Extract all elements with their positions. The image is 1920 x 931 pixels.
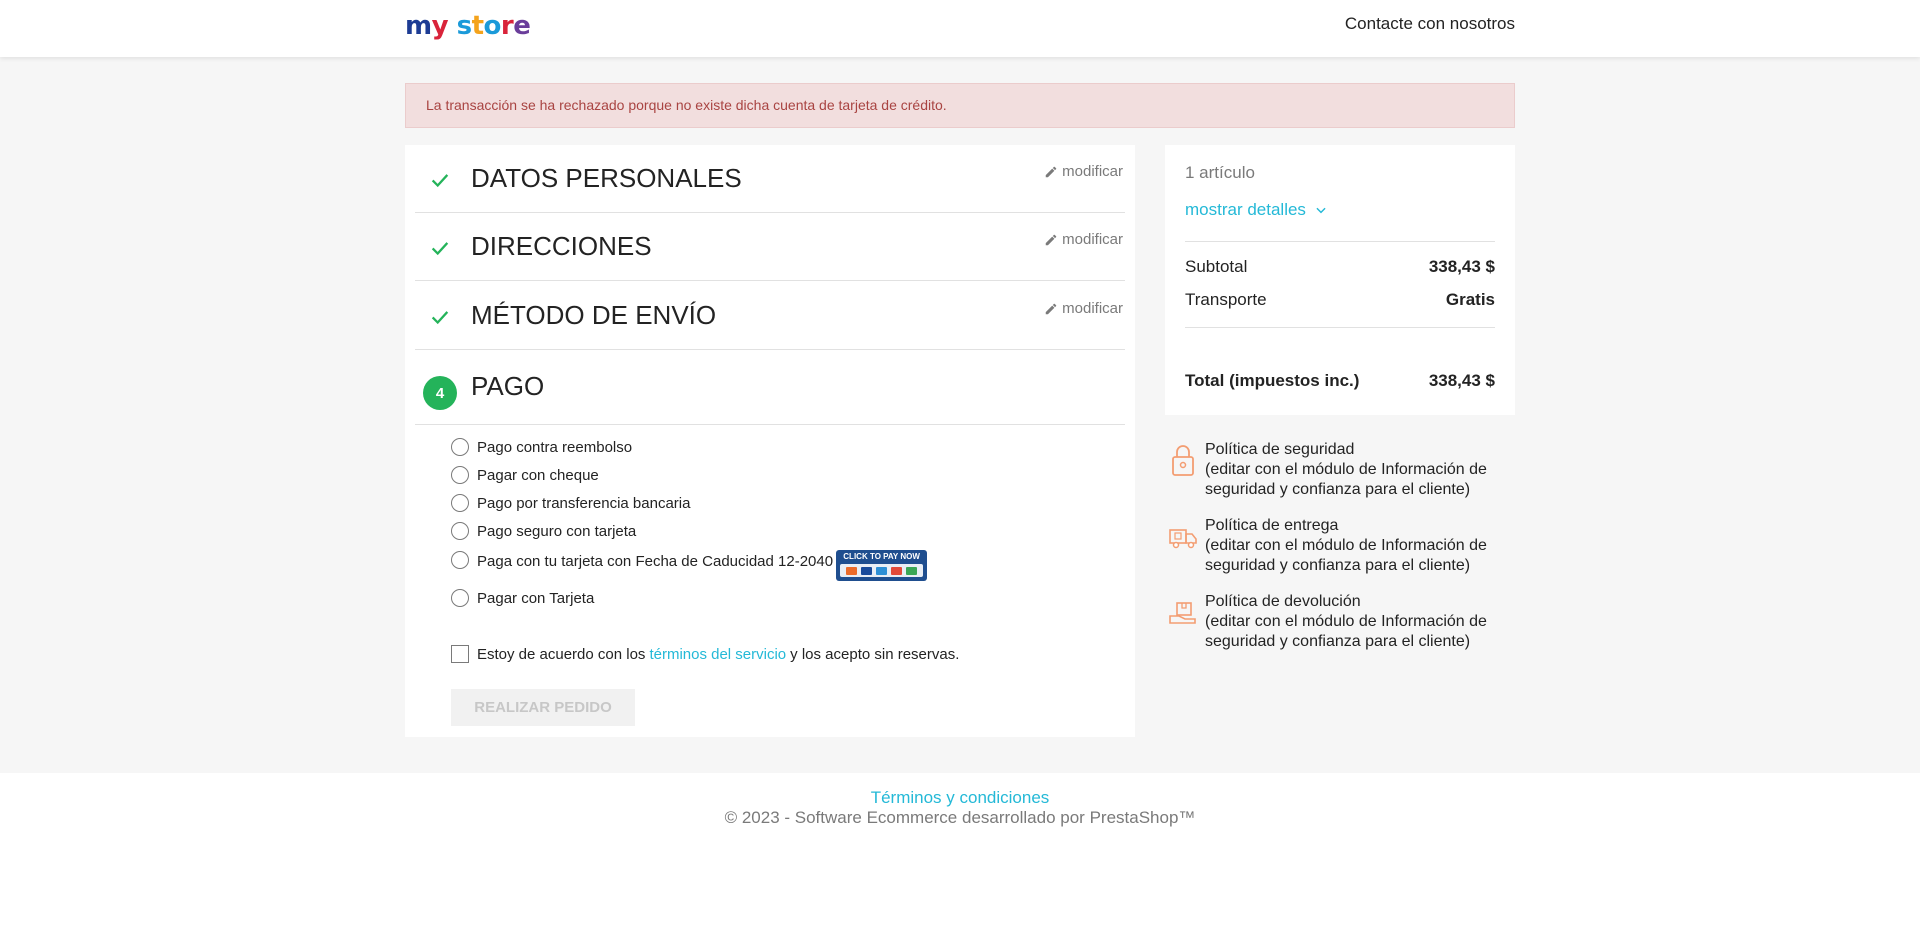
subtotal-value: 338,43 $	[1428, 257, 1495, 276]
reassurance-title: Política de seguridad	[1205, 441, 1355, 458]
reassurance-security: Política de seguridad (editar con el mód…	[1165, 440, 1515, 500]
show-details-toggle[interactable]: mostrar detalles	[1185, 200, 1328, 220]
show-details-label: mostrar detalles	[1185, 200, 1306, 219]
card-logos-icon	[840, 564, 924, 577]
logo-letter: s	[456, 11, 472, 41]
payment-option[interactable]: Pagar con Tarjeta	[451, 589, 594, 607]
logo-letter: t	[471, 11, 484, 41]
step-payment: 4 PAGO	[415, 351, 1125, 425]
edit-label: modificar	[1062, 231, 1123, 248]
pencil-icon	[1045, 166, 1057, 177]
logo-letter: m	[405, 11, 432, 41]
lock-icon	[1172, 445, 1194, 476]
total-row: Total (impuestos inc.) 338,43 $	[1185, 371, 1495, 391]
step-title: PAGO	[471, 371, 545, 401]
terms-of-service-link[interactable]: términos del servicio	[649, 646, 786, 663]
click-to-pay-label: CLICK TO PAY NOW	[843, 552, 920, 561]
reassurance-title: Política de devolución	[1205, 593, 1361, 610]
payment-option-label: Pagar con Tarjeta	[477, 589, 595, 607]
checkmark-icon	[431, 174, 449, 188]
shipping-label: Transporte	[1185, 290, 1267, 309]
checkmark-icon	[431, 311, 449, 325]
logo-letter: o	[483, 11, 502, 41]
radio-button[interactable]	[451, 522, 469, 540]
subtotal-row: Subtotal 338,43 $	[1185, 257, 1495, 277]
chevron-down-icon	[1316, 207, 1326, 214]
copyright-text: © 2023 - Software Ecommerce desarrollado…	[724, 808, 1196, 827]
store-logo[interactable]: my store	[405, 11, 531, 41]
logo-letter: e	[513, 11, 531, 41]
total-label: Total (impuestos inc.)	[1185, 371, 1360, 390]
edit-button[interactable]: modificar	[1044, 300, 1123, 317]
step-number-badge: 4	[423, 376, 457, 410]
total-value: 338,43 $	[1428, 371, 1495, 390]
logo-letter: y	[431, 11, 449, 41]
cart-summary: 1 artículo mostrar detalles Subtotal 338…	[1165, 145, 1515, 415]
payment-option-label: Paga con tu tarjeta con Fecha de Caducid…	[477, 553, 834, 570]
error-alert: La transacción se ha rechazado porque no…	[405, 83, 1515, 128]
step-personal-data[interactable]: DATOS PERSONALES modificar	[415, 145, 1125, 213]
radio-button[interactable]	[451, 494, 469, 512]
reassurance-returns: Política de devolución (editar con el mó…	[1165, 592, 1515, 652]
radio-button[interactable]	[451, 438, 469, 456]
terms-checkbox[interactable]	[451, 645, 469, 663]
pencil-icon	[1045, 303, 1057, 314]
reassurance-title: Política de entrega	[1205, 517, 1339, 534]
radio-button[interactable]	[451, 551, 469, 569]
site-header: my store Contacte con nosotros	[0, 0, 1920, 57]
step-addresses[interactable]: DIRECCIONES modificar	[415, 213, 1125, 281]
contact-link[interactable]: Contacte con nosotros	[1345, 14, 1515, 34]
payment-option[interactable]: Paga con tu tarjeta con Fecha de Caducid…	[451, 550, 928, 581]
step-title: DIRECCIONES	[471, 231, 652, 261]
reassurance-description: (editar con el módulo de Información de …	[1205, 613, 1487, 650]
terms-agreement: Estoy de acuerdo con los términos del se…	[451, 645, 959, 663]
radio-button[interactable]	[451, 589, 469, 607]
payment-option-label: Pago contra reembolso	[477, 438, 633, 456]
shipping-row: Transporte Gratis	[1185, 290, 1495, 310]
click-to-pay-badge: CLICK TO PAY NOW	[836, 550, 928, 581]
edit-label: modificar	[1062, 163, 1123, 180]
return-package-icon	[1169, 602, 1196, 624]
items-count: 1 artículo	[1185, 163, 1255, 182]
payment-option[interactable]: Pago por transferencia bancaria	[451, 494, 690, 512]
terms-text-before: Estoy de acuerdo con los	[477, 645, 646, 663]
divider	[1185, 241, 1495, 242]
payment-option[interactable]: Pago contra reembolso	[451, 438, 632, 456]
logo-space	[448, 11, 457, 41]
payment-option-label: Pago por transferencia bancaria	[477, 494, 691, 512]
reassurance-delivery: Política de entrega (editar con el módul…	[1165, 516, 1515, 576]
site-footer: Términos y condiciones © 2023 - Software…	[0, 773, 1920, 931]
place-order-button[interactable]: REALIZAR PEDIDO	[451, 689, 635, 726]
edit-button[interactable]: modificar	[1044, 163, 1123, 180]
checkmark-icon	[431, 242, 449, 256]
delivery-truck-icon	[1169, 529, 1197, 549]
payment-option[interactable]: Pagar con cheque	[451, 466, 599, 484]
payment-option-label: Pago seguro con tarjeta	[477, 522, 637, 540]
payment-option-label: Pagar con cheque	[477, 466, 599, 484]
payment-option[interactable]: Pago seguro con tarjeta	[451, 522, 636, 540]
terms-text-after: y los acepto sin reservas.	[790, 645, 960, 663]
subtotal-label: Subtotal	[1185, 257, 1248, 276]
divider	[1185, 327, 1495, 328]
step-title: DATOS PERSONALES	[471, 163, 742, 193]
terms-conditions-link[interactable]: Términos y condiciones	[0, 788, 1920, 808]
radio-button[interactable]	[451, 466, 469, 484]
reassurance-description: (editar con el módulo de Información de …	[1205, 537, 1487, 574]
step-title: MÉTODO DE ENVÍO	[471, 300, 717, 330]
edit-label: modificar	[1062, 300, 1123, 317]
pencil-icon	[1045, 234, 1057, 245]
reassurance-description: (editar con el módulo de Información de …	[1205, 461, 1487, 498]
shipping-value: Gratis	[1445, 290, 1495, 309]
edit-button[interactable]: modificar	[1044, 231, 1123, 248]
logo-letter: r	[500, 11, 514, 41]
step-shipping-method[interactable]: MÉTODO DE ENVÍO modificar	[415, 282, 1125, 350]
checkout-steps: DATOS PERSONALES modificar DIRECCIONES m…	[405, 145, 1135, 737]
